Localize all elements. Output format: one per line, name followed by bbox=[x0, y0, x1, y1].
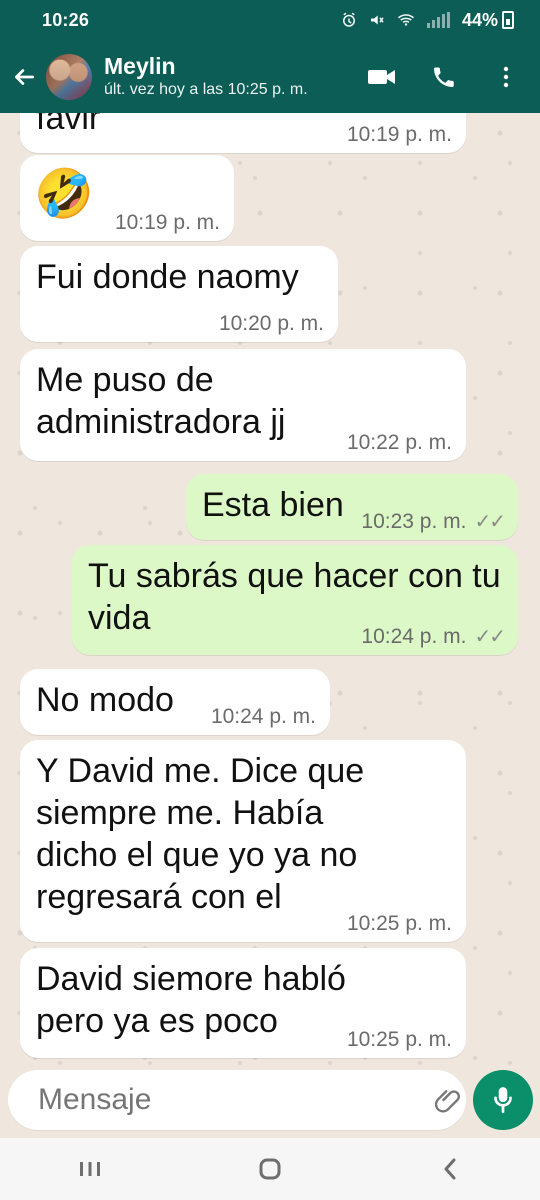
message-time: 10:23 p. m. bbox=[361, 509, 467, 533]
contact-info[interactable]: Meylin últ. vez hoy a las 10:25 p. m. bbox=[104, 53, 362, 101]
message-time: 10:20 p. m. bbox=[218, 312, 324, 335]
top-app-bar: 10:26 44% Meylin últ. vez hoy a las 10:2… bbox=[0, 0, 540, 113]
message-bubble[interactable]: favir 10:19 p. m. bbox=[20, 113, 466, 153]
message-meta: 10:24 p. m. ✓✓ bbox=[361, 624, 506, 649]
phone-icon bbox=[434, 66, 454, 87]
message-meta: 10:20 p. m. bbox=[219, 312, 324, 336]
read-receipt-icon: ✓✓ bbox=[474, 511, 505, 533]
message-time: 10:24 p. m. bbox=[361, 624, 467, 648]
read-receipt-icon: ✓✓ bbox=[474, 626, 505, 648]
message-text: Y David me. Dice que siempre me. Había d… bbox=[36, 752, 365, 916]
status-time: 10:26 bbox=[42, 9, 90, 30]
more-vert-icon bbox=[503, 66, 509, 87]
message-meta: 10:25 p. m. bbox=[347, 912, 452, 936]
message-meta: 10:25 p. m. bbox=[347, 1028, 452, 1052]
mic-icon bbox=[494, 1087, 512, 1114]
home-button[interactable] bbox=[235, 1146, 305, 1192]
alarm-icon bbox=[342, 12, 355, 27]
message-time: 10:25 p. m. bbox=[346, 912, 452, 935]
chat-area[interactable]: favir 10:19 p. m. 🤣 10:19 p. m. Fui dond… bbox=[0, 113, 540, 1070]
status-bar: 10:26 44% bbox=[0, 0, 540, 40]
message-bubble[interactable]: Y David me. Dice que siempre me. Había d… bbox=[20, 740, 466, 942]
back-button[interactable] bbox=[10, 63, 38, 91]
message-time: 10:19 p. m. bbox=[346, 123, 452, 146]
message-text: David siemore habló pero ya es poco bbox=[36, 960, 346, 1040]
battery-percent: 44% bbox=[461, 9, 498, 30]
emoji: 🤣 bbox=[34, 168, 94, 221]
message-time: 10:22 p. m. bbox=[346, 431, 452, 454]
video-call-button[interactable] bbox=[362, 57, 402, 97]
last-seen: últ. vez hoy a las 10:25 p. m. bbox=[104, 80, 308, 98]
battery-icon bbox=[502, 11, 514, 29]
message-bubble[interactable]: Tu sabrás que hacer con tu vida 10:24 p.… bbox=[72, 545, 518, 655]
message-input[interactable] bbox=[38, 1083, 424, 1117]
message-meta: 10:19 p. m. bbox=[115, 211, 220, 235]
recents-icon bbox=[80, 1162, 100, 1176]
more-options-button[interactable] bbox=[486, 57, 526, 97]
voice-call-button[interactable] bbox=[424, 57, 464, 97]
message-bubble[interactable]: Fui donde naomy 10:20 p. m. bbox=[20, 246, 338, 342]
nav-back-icon bbox=[444, 1158, 456, 1180]
mute-icon bbox=[370, 15, 384, 25]
message-bubble[interactable]: David siemore habló pero ya es poco 10:2… bbox=[20, 948, 466, 1058]
emoji-message: 🤣 bbox=[34, 167, 94, 223]
chat-header: Meylin últ. vez hoy a las 10:25 p. m. bbox=[0, 40, 540, 113]
message-meta: 10:19 p. m. bbox=[347, 123, 452, 147]
system-navigation-bar bbox=[0, 1138, 540, 1200]
signal-icon bbox=[426, 12, 450, 28]
home-icon bbox=[259, 1158, 281, 1180]
message-bubble[interactable]: No modo 10:24 p. m. bbox=[20, 669, 330, 735]
header-actions bbox=[362, 57, 526, 97]
message-bubble[interactable]: 🤣 10:19 p. m. bbox=[20, 155, 234, 241]
message-bubble[interactable]: Esta bien 10:23 p. m. ✓✓ bbox=[186, 474, 518, 540]
attach-icon[interactable] bbox=[434, 1086, 462, 1114]
recents-button[interactable] bbox=[55, 1146, 125, 1192]
message-bubble[interactable]: Me puso de administradora jj 10:22 p. m. bbox=[20, 349, 466, 461]
message-meta: 10:24 p. m. bbox=[211, 705, 316, 729]
contact-name: Meylin bbox=[104, 52, 176, 79]
back-arrow-icon bbox=[15, 68, 35, 85]
message-time: 10:25 p. m. bbox=[346, 1028, 452, 1051]
avatar[interactable] bbox=[46, 53, 92, 100]
message-text: Fui donde naomy bbox=[36, 258, 299, 296]
wifi-icon bbox=[397, 14, 414, 26]
video-call-icon bbox=[368, 69, 395, 84]
back-nav-button[interactable] bbox=[415, 1146, 485, 1192]
message-meta: 10:23 p. m. ✓✓ bbox=[361, 509, 506, 534]
voice-message-button[interactable] bbox=[473, 1070, 533, 1130]
message-meta: 10:22 p. m. bbox=[347, 431, 452, 455]
status-right: 44% bbox=[340, 10, 514, 31]
message-text: Me puso de administradora jj bbox=[36, 361, 286, 441]
message-composer[interactable] bbox=[8, 1070, 511, 1130]
battery: 44% bbox=[462, 10, 514, 31]
status-icons bbox=[340, 11, 452, 29]
message-time: 10:19 p. m. bbox=[114, 211, 220, 234]
message-time: 10:24 p. m. bbox=[210, 705, 316, 728]
